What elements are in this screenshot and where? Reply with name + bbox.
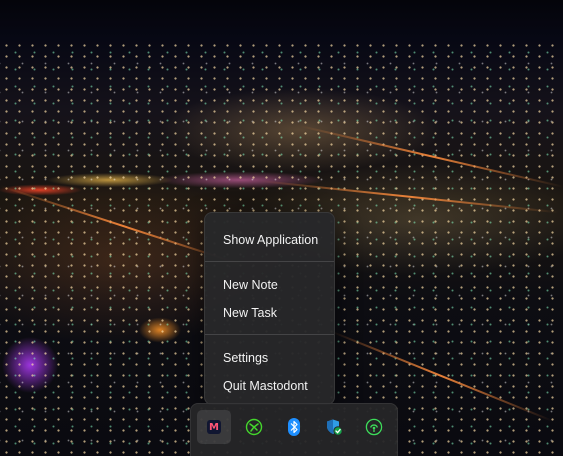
bluetooth-tray-button[interactable] bbox=[277, 410, 311, 444]
wireless-broadcast-tray-button[interactable] bbox=[357, 410, 391, 444]
menu-separator bbox=[205, 261, 334, 262]
tray-context-menu: Show Application New Note New Task Setti… bbox=[204, 212, 335, 405]
windows-security-icon bbox=[327, 419, 343, 436]
razer-icon bbox=[245, 418, 263, 436]
new-note-menu-item[interactable]: New Note bbox=[223, 273, 328, 297]
menu-separator bbox=[205, 334, 334, 335]
mastodont-tray-button[interactable]: M bbox=[197, 410, 231, 444]
new-task-menu-item[interactable]: New Task bbox=[223, 301, 328, 325]
wireless-broadcast-icon bbox=[365, 418, 383, 436]
system-tray-overflow: M bbox=[190, 403, 398, 456]
settings-menu-item[interactable]: Settings bbox=[223, 346, 328, 370]
bluetooth-icon bbox=[288, 418, 300, 436]
quit-mastodont-menu-item[interactable]: Quit Mastodont bbox=[223, 374, 328, 398]
mastodont-app-icon: M bbox=[207, 420, 221, 434]
windows-security-tray-button[interactable] bbox=[317, 410, 351, 444]
show-application-menu-item[interactable]: Show Application bbox=[223, 228, 328, 252]
razer-tray-button[interactable] bbox=[237, 410, 271, 444]
